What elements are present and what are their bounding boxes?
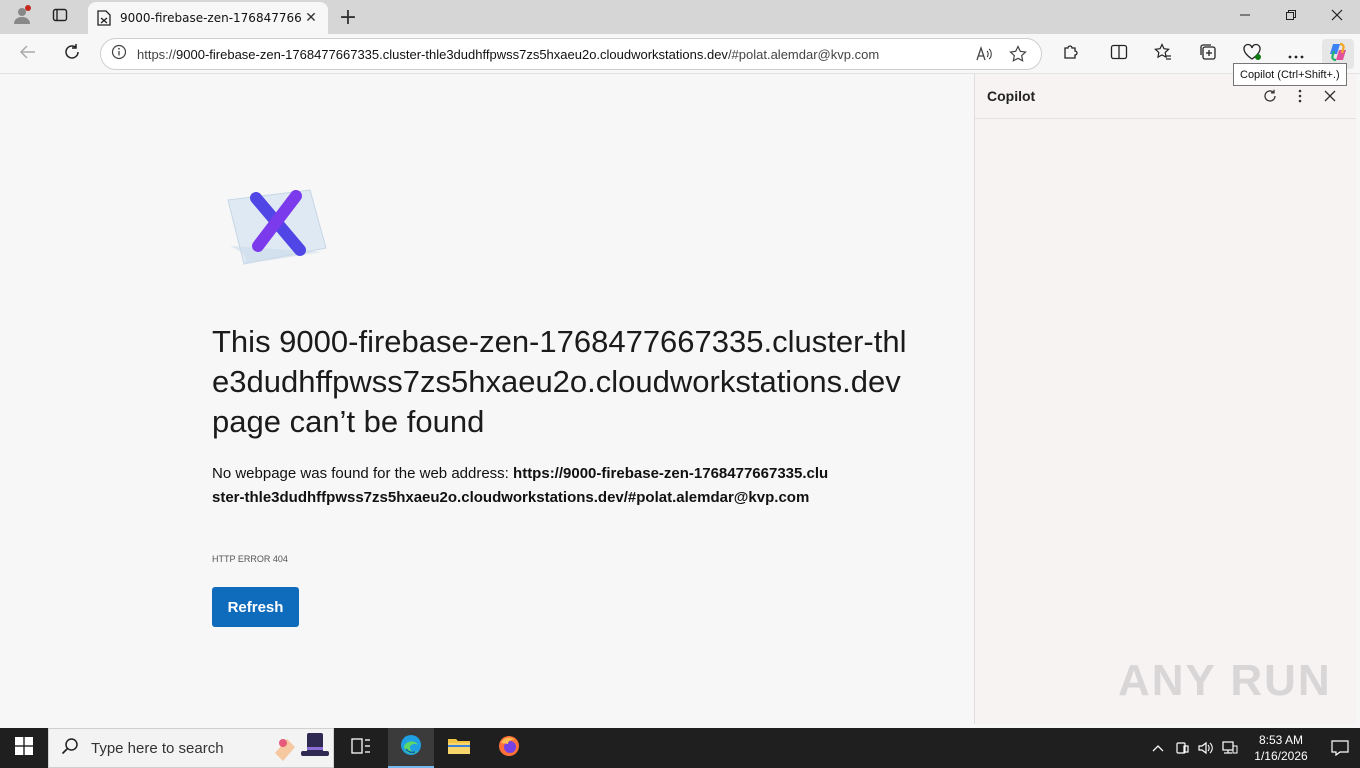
reload-icon bbox=[63, 43, 81, 65]
minimize-button[interactable] bbox=[1222, 0, 1268, 34]
volume-icon[interactable] bbox=[1194, 728, 1218, 768]
new-tab-button[interactable]: + bbox=[334, 4, 362, 30]
error-description: No webpage was found for the web address… bbox=[212, 462, 832, 510]
tab-strip: 9000-firebase-zen-1768477667335.cluster-… bbox=[0, 0, 1360, 34]
start-button[interactable] bbox=[0, 728, 48, 768]
system-tray: 8:53 AM 1/16/2026 bbox=[1146, 728, 1360, 768]
folder-icon bbox=[447, 736, 471, 760]
taskbar-search-box[interactable]: Type here to search bbox=[48, 728, 334, 768]
device-icon[interactable] bbox=[1170, 728, 1194, 768]
tab-active[interactable]: 9000-firebase-zen-1768477667335.cluster-… bbox=[88, 2, 328, 34]
reload-button[interactable] bbox=[56, 39, 88, 69]
url-scheme: https:// bbox=[137, 46, 177, 62]
tab-title: 9000-firebase-zen-1768477667335.cluster-… bbox=[120, 11, 302, 25]
task-view-icon bbox=[351, 738, 371, 758]
address-url: https://9000-firebase-zen-1768477667335.… bbox=[137, 47, 963, 62]
windows-logo-icon bbox=[15, 737, 33, 759]
tab-close-icon[interactable]: ✕ bbox=[302, 9, 320, 27]
extensions-button[interactable] bbox=[1055, 39, 1087, 69]
error-description-prefix: No webpage was found for the web address… bbox=[212, 465, 514, 482]
url-rest: /#polat.alemdar@kvp.com bbox=[727, 46, 880, 62]
back-button[interactable] bbox=[12, 39, 44, 69]
heartbeat-icon bbox=[1242, 43, 1262, 65]
tab-actions-icon bbox=[52, 7, 68, 27]
collections-icon bbox=[1199, 43, 1217, 65]
taskbar-file-explorer-button[interactable] bbox=[436, 728, 482, 768]
copilot-close-icon[interactable] bbox=[1316, 82, 1344, 110]
taskbar: Type here to search 8:53 AM 1/16/2026 bbox=[0, 728, 1360, 768]
copilot-pane: Copilot bbox=[974, 74, 1356, 724]
tab-actions-button[interactable] bbox=[45, 3, 75, 31]
edge-icon bbox=[399, 733, 423, 761]
copilot-more-icon[interactable] bbox=[1286, 82, 1314, 110]
taskbar-firefox-button[interactable] bbox=[486, 728, 532, 768]
close-icon bbox=[1331, 9, 1343, 25]
more-dots-icon bbox=[1287, 45, 1305, 64]
restore-button[interactable] bbox=[1268, 0, 1314, 34]
copilot-refresh-icon[interactable] bbox=[1256, 82, 1284, 110]
close-window-button[interactable] bbox=[1314, 0, 1360, 34]
browser-toolbar: https://9000-firebase-zen-1768477667335.… bbox=[0, 34, 1360, 74]
copilot-tooltip: Copilot (Ctrl+Shift+.) bbox=[1233, 63, 1347, 86]
network-icon[interactable] bbox=[1218, 728, 1242, 768]
clock-date: 1/16/2026 bbox=[1254, 749, 1308, 763]
search-placeholder: Type here to search bbox=[91, 739, 224, 757]
read-aloud-icon[interactable] bbox=[971, 41, 997, 67]
info-icon[interactable] bbox=[111, 44, 127, 64]
profile-button[interactable] bbox=[7, 3, 37, 31]
error-title: This 9000-firebase-zen-1768477667335.clu… bbox=[212, 324, 907, 439]
favorites-button[interactable] bbox=[1147, 39, 1179, 69]
clock[interactable]: 8:53 AM 1/16/2026 bbox=[1242, 732, 1320, 764]
page-error-icon bbox=[96, 10, 112, 26]
refresh-button[interactable]: Refresh bbox=[212, 587, 299, 627]
error-code: HTTP ERROR 404 bbox=[212, 554, 288, 564]
error-illustration-icon bbox=[222, 186, 332, 272]
clock-time: 8:53 AM bbox=[1258, 733, 1304, 747]
puzzle-icon bbox=[1062, 43, 1080, 65]
profile-icon bbox=[12, 5, 32, 29]
restore-icon bbox=[1285, 9, 1297, 25]
firefox-icon bbox=[497, 734, 521, 762]
split-screen-icon bbox=[1110, 44, 1128, 64]
search-icon bbox=[61, 737, 79, 759]
favorites-icon bbox=[1154, 43, 1172, 65]
notification-icon[interactable] bbox=[1320, 728, 1360, 768]
address-bar[interactable]: https://9000-firebase-zen-1768477667335.… bbox=[100, 38, 1042, 70]
collections-button[interactable] bbox=[1192, 39, 1224, 69]
minimize-icon bbox=[1239, 9, 1251, 25]
copilot-title: Copilot bbox=[987, 88, 1036, 104]
back-arrow-icon bbox=[19, 44, 37, 64]
task-view-button[interactable] bbox=[338, 728, 384, 768]
favorite-star-icon[interactable] bbox=[1005, 41, 1031, 67]
url-host: 9000-firebase-zen-1768477667335.cluster-… bbox=[176, 46, 728, 62]
taskbar-edge-button[interactable] bbox=[388, 728, 434, 768]
search-highlight-icon bbox=[271, 729, 333, 767]
plus-icon: + bbox=[338, 4, 358, 30]
anyrun-watermark: ANY RUN bbox=[1118, 656, 1332, 705]
split-screen-button[interactable] bbox=[1103, 39, 1135, 69]
chevron-up-icon[interactable] bbox=[1146, 728, 1170, 768]
